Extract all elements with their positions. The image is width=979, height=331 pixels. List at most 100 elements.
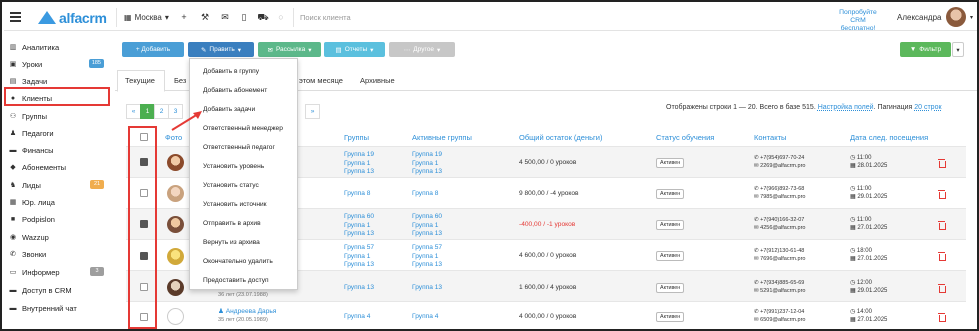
count-badge: 3	[90, 267, 104, 276]
page-2[interactable]: 2	[154, 104, 169, 119]
sidebar-item-leads[interactable]: ♞ Лиды 21	[8, 178, 106, 192]
active-groups-cell[interactable]: Группа 57 Группа 1 Группа 13	[412, 244, 442, 270]
page-1[interactable]: 1	[140, 104, 155, 119]
email[interactable]: 6509@alfacrm.pro	[760, 317, 805, 323]
sidebar-item-legal[interactable]: ▦ Юр. лица	[8, 195, 106, 209]
mobile-icon[interactable]: ▯	[238, 11, 250, 23]
tab-without[interactable]: Без	[174, 76, 186, 85]
page-next[interactable]: »	[305, 104, 320, 119]
phone[interactable]: +7(954)697-70-24	[760, 155, 804, 161]
groups-cell[interactable]: Группа 60 Группа 1 Группа 13	[344, 213, 374, 239]
client-photo-placeholder	[167, 308, 184, 325]
col-balance[interactable]: Общий остаток (деньги)	[519, 133, 602, 142]
fields-settings-link[interactable]: Настройка полей	[818, 104, 874, 111]
sidebar-item-informer[interactable]: ▭ Информер 3	[8, 265, 106, 279]
menu-item-set-level[interactable]: Установить уровень	[203, 163, 264, 170]
menu-icon[interactable]	[10, 12, 21, 22]
active-groups-cell[interactable]: Группа 60 Группа 1 Группа 13	[412, 213, 442, 239]
filter-button[interactable]: ▼ Фильтр	[900, 42, 951, 57]
sidebar-item-tasks[interactable]: ▤ Задачи	[8, 74, 106, 88]
active-groups-cell[interactable]: Группа 13	[412, 284, 442, 293]
groups-cell[interactable]: Группа 13	[344, 284, 374, 293]
sidebar-item-lessons[interactable]: ▣ Уроки 185	[8, 57, 106, 71]
phone[interactable]: +7(940)166-32-07	[760, 217, 804, 223]
menu-item-add-tasks[interactable]: Добавить задачи	[203, 106, 255, 113]
user-outline-icon[interactable]: ○	[275, 11, 287, 23]
promo-link[interactable]: Попробуйте CRM бесплатно!	[832, 9, 884, 33]
add-button[interactable]: + Добавить	[122, 42, 184, 57]
col-next-visit[interactable]: Дата след. посещения	[850, 133, 928, 142]
trash-icon[interactable]	[938, 252, 946, 261]
page-prev[interactable]: «	[126, 104, 141, 119]
phone[interactable]: +7(991)237-12-04	[760, 309, 804, 315]
search-input[interactable]: Поиск клиента	[300, 13, 351, 22]
phone-icon: ✆	[10, 251, 16, 258]
menu-item-add-to-group[interactable]: Добавить в группу	[203, 68, 259, 75]
email[interactable]: 5291@alfacrm.pro	[760, 288, 805, 294]
groups-cell[interactable]: Группа 57 Группа 1 Группа 13	[344, 244, 374, 270]
filter-menu-button[interactable]: ▾	[952, 42, 964, 57]
trash-icon[interactable]	[938, 313, 946, 322]
plus-icon[interactable]: +	[178, 11, 190, 23]
user-name[interactable]: Александра	[897, 13, 941, 22]
sidebar-item-wazzup[interactable]: ◉ Wazzup	[8, 230, 106, 244]
mailing-button[interactable]: ✉ Рассылка ▾	[258, 42, 321, 57]
email[interactable]: 7696@alfacrm.pro	[760, 256, 805, 262]
menu-item-unarchive[interactable]: Вернуть из архива	[203, 239, 260, 246]
col-active-groups[interactable]: Активные группы	[412, 133, 472, 142]
email[interactable]: 4256@alfacrm.pro	[760, 225, 805, 231]
trash-icon[interactable]	[938, 190, 946, 199]
logo[interactable]: alfacrm	[38, 10, 107, 26]
sidebar-item-finance[interactable]: ▬ Финансы	[8, 143, 106, 157]
sidebar-item-chat[interactable]: ▬ Внутренний чат	[8, 301, 106, 315]
sidebar-item-subscriptions[interactable]: ◆ Абонементы	[8, 160, 106, 174]
groups-cell[interactable]: Группа 19 Группа 1 Группа 13	[344, 151, 374, 177]
other-label: Другое	[413, 46, 434, 53]
groups-cell[interactable]: Группа 4	[344, 313, 370, 322]
sidebar-item-podpislon[interactable]: ■ Podpislon	[8, 212, 106, 226]
menu-item-set-source[interactable]: Установить источник	[203, 201, 267, 208]
email[interactable]: 7985@alfacrm.pro	[760, 194, 805, 200]
wrench-icon[interactable]: ⚒	[199, 11, 211, 23]
menu-item-set-status[interactable]: Установить статус	[203, 182, 259, 189]
pagination-select[interactable]: 20 строк	[914, 104, 941, 111]
client-photo	[167, 154, 184, 171]
active-groups-cell[interactable]: Группа 8	[412, 190, 438, 199]
cart-icon[interactable]: ⛟	[257, 11, 269, 23]
active-groups-cell[interactable]: Группа 4	[412, 313, 438, 322]
sidebar-item-analytics[interactable]: ▥ Аналитика	[8, 40, 106, 54]
active-groups-cell[interactable]: Группа 19 Группа 1 Группа 13	[412, 151, 442, 177]
sidebar-item-groups[interactable]: ⚇ Группы	[8, 109, 106, 123]
edit-button[interactable]: ✎ Править ▾	[188, 42, 254, 57]
phone[interactable]: +7(966)892-73-68	[760, 186, 804, 192]
chevron-down-icon[interactable]: ▾	[970, 14, 973, 21]
phone[interactable]: +7(934)885-65-69	[760, 280, 804, 286]
menu-item-add-subscription[interactable]: Добавить абонемент	[203, 87, 267, 94]
col-status[interactable]: Статус обучения	[656, 133, 714, 142]
menu-item-manager[interactable]: Ответственный менеджер	[203, 125, 283, 132]
city-select[interactable]: ▦ Москва ▾	[124, 13, 169, 22]
tab-this-month[interactable]: этом месяце	[299, 76, 343, 85]
menu-item-grant-access[interactable]: Предоставить доступ	[203, 277, 269, 284]
col-contacts[interactable]: Контакты	[754, 133, 786, 142]
phone[interactable]: +7(912)130-61-48	[760, 248, 804, 254]
col-groups[interactable]: Группы	[344, 133, 369, 142]
other-button[interactable]: ⋯ Другое ▾	[389, 42, 455, 57]
email[interactable]: 2269@alfacrm.pro	[760, 163, 805, 169]
groups-cell[interactable]: Группа 8	[344, 190, 370, 199]
tab-current[interactable]: Текущие	[125, 76, 155, 85]
col-photo[interactable]: Фото	[165, 133, 182, 142]
reports-button[interactable]: ▤ Отчеты ▾	[324, 42, 385, 57]
trash-icon[interactable]	[938, 159, 946, 168]
sidebar-item-calls[interactable]: ✆ Звонки	[8, 247, 106, 261]
menu-item-archive[interactable]: Отправить в архив	[203, 220, 261, 227]
tab-archive[interactable]: Архивные	[360, 76, 395, 85]
trash-icon[interactable]	[938, 221, 946, 230]
menu-item-teacher[interactable]: Ответственный педагог	[203, 144, 275, 151]
menu-item-delete[interactable]: Окончательно удалить	[203, 258, 273, 265]
envelope-icon[interactable]: ✉	[219, 11, 231, 23]
avatar[interactable]	[946, 7, 966, 27]
trash-icon[interactable]	[938, 284, 946, 293]
sidebar-item-crm-access[interactable]: ▬ Доступ в CRM	[8, 283, 106, 297]
sidebar-item-teachers[interactable]: ♟ Педагоги	[8, 126, 106, 140]
